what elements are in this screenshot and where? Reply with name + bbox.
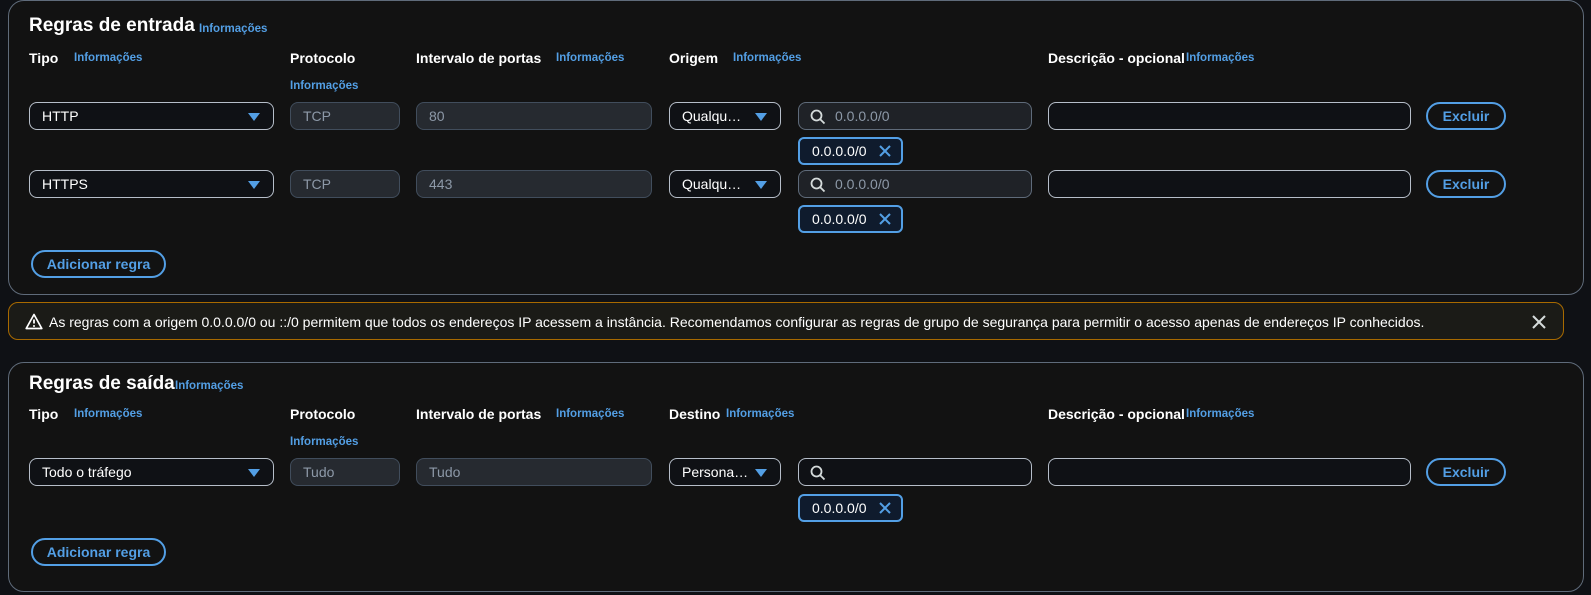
delete-rule-button[interactable]: Excluir (1426, 170, 1506, 198)
origem-select-value: Qualqu… (682, 108, 742, 124)
protocolo-field: TCP (290, 170, 400, 198)
cidr-token: 0.0.0.0/0 (798, 494, 903, 522)
port-range-field: Tudo (416, 458, 652, 486)
caret-down-icon (755, 113, 767, 121)
col-descricao: Descrição - opcional (1048, 50, 1185, 66)
col-descricao-info-link[interactable]: Informações (1186, 408, 1254, 420)
col-protocolo: Protocolo (290, 406, 356, 422)
description-input[interactable] (1048, 102, 1411, 130)
caret-down-icon (755, 181, 767, 189)
caret-down-icon (248, 113, 260, 121)
col-intervalo-info-link[interactable]: Informações (556, 52, 624, 64)
port-range-field: 80 (416, 102, 652, 130)
destino-select[interactable]: Persona… (669, 458, 781, 486)
col-tipo: Tipo (29, 406, 59, 422)
remove-token-icon[interactable] (878, 144, 892, 158)
cidr-token-label: 0.0.0.0/0 (812, 211, 867, 227)
col-tipo: Tipo (29, 50, 59, 66)
protocolo-field: Tudo (290, 458, 400, 486)
alert-text: As regras com a origem 0.0.0.0/0 ou ::/0… (49, 314, 1425, 330)
origem-select[interactable]: Qualqu… (669, 102, 781, 130)
inbound-title-info-link[interactable]: Informações (199, 23, 267, 35)
search-icon (810, 109, 826, 125)
search-icon (810, 465, 826, 481)
col-intervalo: Intervalo de portas (416, 406, 542, 422)
inbound-title: Regras de entrada (29, 15, 195, 36)
close-icon[interactable] (1531, 314, 1547, 330)
destino-select-value: Persona… (682, 464, 749, 480)
outbound-title: Regras de saída (29, 373, 175, 394)
port-range-field: 443 (416, 170, 652, 198)
tipo-select-value: HTTP (42, 108, 79, 124)
col-protocolo-info-link[interactable]: Informações (290, 80, 358, 92)
cidr-search-value: 0.0.0.0/0 (835, 176, 890, 192)
col-descricao: Descrição - opcional (1048, 406, 1185, 422)
col-origem-info-link[interactable]: Informações (733, 52, 801, 64)
add-rule-button[interactable]: Adicionar regra (31, 538, 166, 566)
col-intervalo-info-link[interactable]: Informações (556, 408, 624, 420)
remove-token-icon[interactable] (878, 212, 892, 226)
delete-rule-button[interactable]: Excluir (1426, 458, 1506, 486)
cidr-token-label: 0.0.0.0/0 (812, 143, 867, 159)
origem-select[interactable]: Qualqu… (669, 170, 781, 198)
warning-icon (25, 313, 43, 330)
description-input[interactable] (1048, 170, 1411, 198)
col-protocolo-info-link[interactable]: Informações (290, 436, 358, 448)
col-destino-info-link[interactable]: Informações (726, 408, 794, 420)
col-descricao-info-link[interactable]: Informações (1186, 52, 1254, 64)
cidr-token-label: 0.0.0.0/0 (812, 500, 867, 516)
col-protocolo: Protocolo (290, 50, 356, 66)
inbound-rules-panel: Regras de entrada Informações Tipo Infor… (8, 0, 1584, 295)
cidr-search-input[interactable]: 0.0.0.0/0 (798, 170, 1032, 198)
tipo-select-value: Todo o tráfego (42, 464, 132, 480)
caret-down-icon (755, 469, 767, 477)
warning-alert: As regras com a origem 0.0.0.0/0 ou ::/0… (8, 302, 1564, 340)
description-input[interactable] (1048, 458, 1411, 486)
add-rule-button[interactable]: Adicionar regra (31, 250, 166, 278)
tipo-select[interactable]: HTTPS (29, 170, 274, 198)
tipo-select-value: HTTPS (42, 176, 88, 192)
col-tipo-info-link[interactable]: Informações (74, 52, 142, 64)
outbound-rules-panel: Regras de saída Informações Tipo Informa… (8, 362, 1584, 592)
tipo-select[interactable]: HTTP (29, 102, 274, 130)
tipo-select[interactable]: Todo o tráfego (29, 458, 274, 486)
cidr-token: 0.0.0.0/0 (798, 205, 903, 233)
cidr-search-input[interactable]: 0.0.0.0/0 (798, 102, 1032, 130)
cidr-search-value: 0.0.0.0/0 (835, 108, 890, 124)
cidr-token: 0.0.0.0/0 (798, 137, 903, 165)
caret-down-icon (248, 181, 260, 189)
cidr-search-input[interactable] (798, 458, 1032, 486)
outbound-title-info-link[interactable]: Informações (175, 380, 243, 392)
remove-token-icon[interactable] (878, 501, 892, 515)
col-destino: Destino (669, 406, 721, 422)
origem-select-value: Qualqu… (682, 176, 742, 192)
delete-rule-button[interactable]: Excluir (1426, 102, 1506, 130)
protocolo-field: TCP (290, 102, 400, 130)
col-intervalo: Intervalo de portas (416, 50, 542, 66)
search-icon (810, 177, 826, 193)
col-tipo-info-link[interactable]: Informações (74, 408, 142, 420)
col-origem: Origem (669, 50, 719, 66)
caret-down-icon (248, 469, 260, 477)
